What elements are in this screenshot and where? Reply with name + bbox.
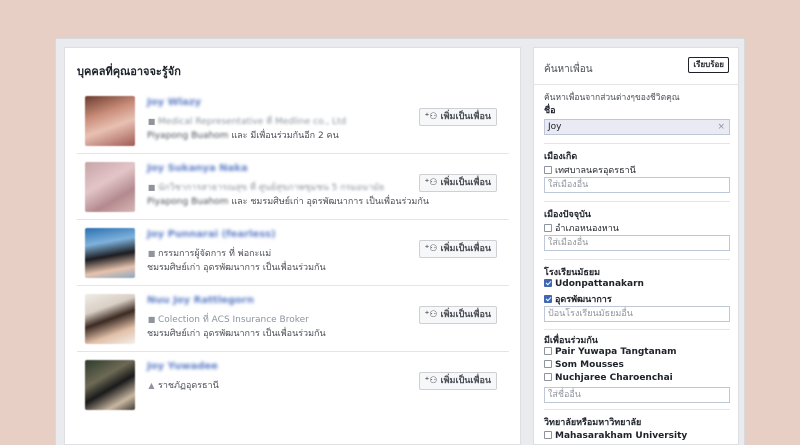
person-name[interactable]: Nuu Joy Rattlegorn	[147, 295, 254, 306]
name-input[interactable]: Joy ×	[544, 119, 730, 135]
add-friend-button[interactable]: ⁺⚇ เพิ่มเป็นเพื่อน	[418, 306, 497, 324]
add-friend-icon: ⁺⚇	[424, 244, 441, 254]
add-friend-button[interactable]: ⁺⚇ เพิ่มเป็นเพื่อน	[418, 240, 497, 258]
graduation-cap-icon: ▲	[148, 381, 155, 390]
briefcase-icon: ■	[147, 183, 156, 192]
divider	[544, 201, 730, 202]
high-school-label: โรงเรียนมัธยม	[544, 268, 601, 278]
friend-search-header: ค้นหาเพื่อน เรียบร้อย	[534, 48, 738, 85]
high-school-checkbox[interactable]: Udonpattanakarn	[544, 279, 644, 289]
person-work: ■ กรรมการผู้จัดการ ที่ พ่อกะแม่	[147, 249, 272, 259]
mutual-friend-checkbox[interactable]: Nuchjaree Charoenchai	[544, 373, 673, 383]
checkbox-icon	[544, 166, 552, 174]
divider	[544, 143, 730, 144]
briefcase-icon: ■	[147, 117, 156, 126]
avatar[interactable]	[85, 360, 135, 410]
person-work: ■ นักวิชาการสาธารณสุข ที่ ศูนย์สุขภาพชุมช…	[147, 183, 385, 193]
people-you-may-know-panel: บุคคลที่คุณอาจจะรู้จัก Joy Wlazy ■ Medica…	[64, 47, 521, 445]
person-name[interactable]: Joy Wlazy	[147, 97, 201, 108]
mutual-friends-label: มีเพื่อนร่วมกัน	[544, 336, 598, 346]
high-school-input[interactable]: ป้อนโรงเรียนมัธยมอื่น	[544, 306, 730, 322]
add-friend-icon: ⁺⚇	[424, 178, 441, 188]
current-city-checkbox[interactable]: อำเภอหนองหาน	[544, 221, 619, 235]
checkbox-checked-icon	[544, 279, 552, 287]
divider	[544, 259, 730, 260]
person-name[interactable]: Joy Punnarai (fearless)	[147, 229, 276, 240]
done-button[interactable]: เรียบร้อย	[688, 57, 729, 73]
divider	[544, 409, 730, 410]
mutual-friend-input[interactable]: ใส่ชื่ออื่น	[544, 387, 730, 403]
person-work: ■ Medical Representative ที่ Medline co.,…	[147, 117, 347, 127]
add-friend-icon: ⁺⚇	[424, 376, 441, 386]
friend-search-panel: ค้นหาเพื่อน เรียบร้อย ค้นหาเพื่อนจากส่วน…	[533, 47, 739, 445]
add-friend-button[interactable]: ⁺⚇ เพิ่มเป็นเพื่อน	[418, 174, 497, 192]
hometown-label: เมืองเกิด	[544, 152, 578, 162]
avatar[interactable]	[85, 96, 135, 146]
checkbox-icon	[544, 224, 552, 232]
list-item: Joy Yuwadee ▲ ราชภัฏอุดรธานี ⁺⚇ เพิ่มเป็น…	[77, 352, 509, 418]
mutual-friend-checkbox[interactable]: Pair Yuwapa Tangtanam	[544, 347, 677, 357]
panel-title: บุคคลที่คุณอาจจะรู้จัก	[77, 65, 181, 78]
hometown-checkbox[interactable]: เทศบาลนครอุดรธานี	[544, 163, 636, 177]
person-work: ■ Colection ที่ ACS Insurance Broker	[147, 315, 309, 325]
person-name[interactable]: Joy Yuwadee	[147, 361, 218, 372]
mutual-friends: ชมรมศิษย์เก่า อุดรพัฒนาการ เป็นเพื่อนร่ว…	[147, 263, 326, 273]
avatar[interactable]	[85, 228, 135, 278]
list-item: Joy Wlazy ■ Medical Representative ที่ Me…	[77, 88, 509, 154]
current-city-input[interactable]: ใส่เมืองอื่น	[544, 235, 730, 251]
name-label: ชื่อ	[544, 106, 556, 116]
friend-search-title: ค้นหาเพื่อน	[544, 64, 593, 75]
checkbox-checked-icon	[544, 295, 552, 303]
avatar[interactable]	[85, 162, 135, 212]
hometown-input[interactable]: ใส่เมืองอื่น	[544, 177, 730, 193]
clear-icon[interactable]: ×	[717, 120, 725, 134]
checkbox-icon	[544, 347, 552, 355]
avatar[interactable]	[85, 294, 135, 344]
mutual-friend-checkbox[interactable]: Som Mousses	[544, 360, 624, 370]
checkbox-icon	[544, 431, 552, 439]
mutual-friends: Piyapong Buahom และ มีเพื่อนร่วมกันอีก 2…	[147, 131, 339, 141]
add-friend-icon: ⁺⚇	[424, 112, 441, 122]
current-city-label: เมืองปัจจุบัน	[544, 210, 591, 220]
add-friend-icon: ⁺⚇	[424, 310, 441, 320]
briefcase-icon: ■	[147, 249, 156, 258]
divider	[544, 329, 730, 330]
list-item: Nuu Joy Rattlegorn ■ Colection ที่ ACS In…	[77, 286, 509, 352]
mutual-friends: Piyapong Buahom และ ชมรมศิษย์เก่า อุดรพั…	[147, 197, 429, 207]
college-label: วิทยาลัยหรือมหาวิทยาลัย	[544, 418, 642, 428]
briefcase-icon: ■	[147, 315, 156, 324]
search-description: ค้นหาเพื่อนจากส่วนต่างๆของชีวิตคุณ	[544, 93, 680, 103]
list-item: Joy Punnarai (fearless) ■ กรรมการผู้จัดกา…	[77, 220, 509, 286]
high-school-checkbox[interactable]: อุดรพัฒนาการ	[544, 292, 612, 306]
person-school: ▲ ราชภัฏอุดรธานี	[148, 381, 219, 391]
add-friend-button[interactable]: ⁺⚇ เพิ่มเป็นเพื่อน	[418, 372, 497, 390]
mutual-friends: ชมรมศิษย์เก่า อุดรพัฒนาการ เป็นเพื่อนร่ว…	[147, 329, 326, 339]
checkbox-icon	[544, 373, 552, 381]
list-item: Joy Sukanya Naka ■ นักวิชาการสาธารณสุข ที…	[77, 154, 509, 220]
add-friend-button[interactable]: ⁺⚇ เพิ่มเป็นเพื่อน	[418, 108, 497, 126]
college-checkbox[interactable]: Mahasarakham University	[544, 431, 687, 441]
checkbox-icon	[544, 360, 552, 368]
person-name[interactable]: Joy Sukanya Naka	[147, 163, 248, 174]
